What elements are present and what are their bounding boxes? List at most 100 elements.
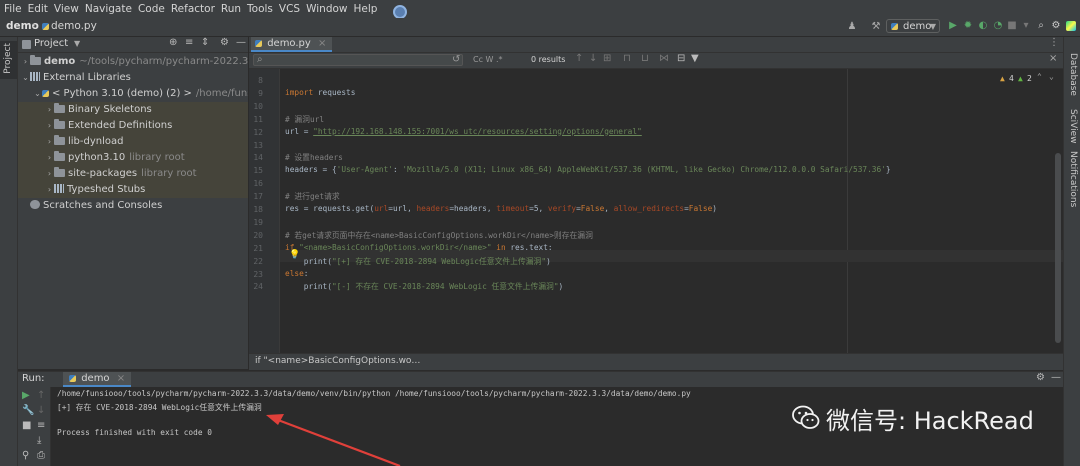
- database-tool-window-button[interactable]: Database: [1068, 53, 1078, 96]
- search-icon[interactable]: ⌕: [1035, 19, 1047, 33]
- up-icon[interactable]: ↑: [37, 390, 45, 401]
- menu-item-run[interactable]: Run: [218, 3, 244, 15]
- tree-item-label: lib-dynload: [68, 136, 124, 147]
- tree-item[interactable]: › lib-dynload: [18, 134, 248, 150]
- lightbulb-icon[interactable]: 💡: [289, 250, 300, 260]
- chevron-down-icon[interactable]: ▼: [74, 39, 80, 48]
- menu-item-help[interactable]: Help: [351, 3, 381, 15]
- multi-select-icon[interactable]: ⋈: [659, 53, 669, 64]
- folder-icon: [54, 103, 65, 113]
- tree-item[interactable]: ⌄ External Libraries: [18, 70, 248, 86]
- project-panel-title[interactable]: Project: [34, 38, 68, 49]
- code-token: 'User-Agent': [336, 165, 393, 175]
- menu-item-view[interactable]: View: [51, 3, 82, 15]
- regex-history-icon[interactable]: ↺: [452, 54, 460, 65]
- tree-item[interactable]: › Extended Definitions: [18, 118, 248, 134]
- chevron-right-icon[interactable]: ›: [45, 102, 54, 118]
- breadcrumb-file[interactable]: demo.py: [42, 20, 97, 32]
- menu-item-code[interactable]: Code: [135, 3, 168, 15]
- select-all-icon[interactable]: ⊞: [603, 53, 611, 64]
- sciview-tool-window-button[interactable]: SciView: [1068, 109, 1078, 144]
- code-token: ): [546, 256, 551, 266]
- editor-breadcrumb[interactable]: if "<name>BasicConfigOptions.wo…: [255, 356, 420, 366]
- chevron-right-icon[interactable]: ›: [21, 54, 30, 70]
- coverage-icon[interactable]: ◐: [977, 19, 989, 33]
- hammer-build-icon[interactable]: ⚒: [870, 20, 882, 34]
- menu-item-tools[interactable]: Tools: [244, 3, 276, 15]
- down-icon[interactable]: ↓: [37, 405, 45, 416]
- gear-icon[interactable]: ⚙: [220, 37, 229, 48]
- chevron-right-icon[interactable]: ›: [45, 166, 54, 182]
- menu-item-window[interactable]: Window: [303, 3, 350, 15]
- rerun-icon[interactable]: ▶: [22, 390, 30, 401]
- code-token: url =: [285, 126, 314, 136]
- dropdown-icon[interactable]: ▾: [1020, 19, 1032, 33]
- code-token: res = requests.get(: [285, 204, 375, 213]
- debug-icon[interactable]: ✹: [962, 19, 974, 33]
- code-editor[interactable]: 8 9 10 11 12 13 14 15 16 17 18 19 20 21 22 23 24 import …: [249, 69, 1063, 353]
- scroll-to-end-icon[interactable]: ⤓: [37, 435, 41, 446]
- code-token: verify: [547, 204, 577, 213]
- close-icon[interactable]: ×: [318, 38, 326, 49]
- stop-icon[interactable]: ■: [1006, 19, 1018, 33]
- run-configuration-select[interactable]: demo ▼: [886, 19, 940, 33]
- tree-item[interactable]: Scratches and Consoles: [18, 198, 248, 214]
- hide-icon[interactable]: —: [1051, 372, 1061, 383]
- more-tabs-icon[interactable]: ⋮: [1049, 37, 1059, 48]
- previous-occurrence-icon[interactable]: ↑: [575, 53, 583, 64]
- add-occurrence-icon[interactable]: ⊓: [623, 53, 631, 64]
- find-options[interactable]: Cc W .*: [473, 55, 503, 64]
- notifications-tool-window-button[interactable]: Notifications: [1068, 151, 1078, 207]
- menu-item-edit[interactable]: Edit: [25, 3, 51, 15]
- menu-item-navigate[interactable]: Navigate: [82, 3, 135, 15]
- collapse-all-icon[interactable]: ⇕: [201, 37, 209, 48]
- next-occurrence-icon[interactable]: ↓: [589, 53, 597, 64]
- weak-warning-icon[interactable]: ▲: [1018, 74, 1023, 83]
- tree-item[interactable]: › python3.10 library root: [18, 150, 248, 166]
- menu-item-file[interactable]: File: [0, 3, 25, 15]
- gear-icon[interactable]: ⚙: [1036, 372, 1045, 383]
- close-icon[interactable]: ×: [117, 373, 125, 384]
- close-icon[interactable]: ×: [1049, 53, 1057, 64]
- filter-options-icon[interactable]: ⊟: [677, 53, 685, 64]
- code-token: =5,: [529, 204, 548, 213]
- tree-item[interactable]: ⌄ < Python 3.10 (demo) (2) >/home/funsioo…: [18, 86, 248, 102]
- chevron-right-icon[interactable]: ›: [45, 150, 54, 166]
- pin-icon[interactable]: ⚲: [22, 450, 29, 461]
- tree-item[interactable]: › Binary Skeletons: [18, 102, 248, 118]
- run-icon[interactable]: ▶: [947, 19, 959, 33]
- chevron-down-icon[interactable]: ⌄: [21, 70, 30, 86]
- stop-icon[interactable]: ■: [22, 420, 31, 431]
- profile-icon[interactable]: ◔: [992, 19, 1004, 33]
- expand-all-icon[interactable]: ≡: [185, 37, 193, 48]
- warning-icon[interactable]: ▲: [1000, 74, 1005, 83]
- red-arrow-annotation: [266, 414, 401, 466]
- chevron-right-icon[interactable]: ›: [45, 118, 54, 134]
- soft-wrap-icon[interactable]: ≡: [37, 420, 45, 431]
- chevron-down-icon[interactable]: ⌄: [33, 86, 42, 102]
- hide-icon[interactable]: —: [236, 37, 246, 48]
- project-tool-window-button[interactable]: Project: [3, 43, 13, 74]
- chevron-up-icon[interactable]: ⌃: [1037, 72, 1042, 81]
- tree-item[interactable]: › site-packages library root: [18, 166, 248, 182]
- run-tab-demo[interactable]: demo ×: [63, 372, 132, 387]
- menu-item-vcs[interactable]: VCS: [276, 3, 303, 15]
- vcs-user-icon[interactable]: ♟: [846, 20, 858, 34]
- chevron-down-icon[interactable]: ⌄: [1049, 72, 1054, 81]
- menu-item-refactor[interactable]: Refactor: [168, 3, 218, 15]
- find-input[interactable]: ⌕ ↺: [253, 54, 463, 66]
- chevron-right-icon[interactable]: ›: [45, 134, 54, 150]
- print-icon[interactable]: ⎙: [37, 450, 45, 461]
- match-selection-icon[interactable]: ⊔: [641, 53, 649, 64]
- editor-scrollbar[interactable]: [1055, 153, 1061, 343]
- tree-item[interactable]: › demo~/tools/pycharm/pycharm-2022.3.3/da…: [18, 54, 248, 70]
- console-line: [+] 存在 CVE-2018-2894 WebLogic任意文件上传漏洞: [57, 403, 262, 412]
- chevron-right-icon[interactable]: ›: [45, 182, 54, 198]
- gear-icon[interactable]: ⚙: [1050, 19, 1062, 33]
- tree-item[interactable]: › Typeshed Stubs: [18, 182, 248, 198]
- code-line: # 若get请求页面中存在<name>BasicConfigOptions.wo…: [285, 230, 593, 241]
- tab-demo-py[interactable]: demo.py ×: [251, 37, 333, 52]
- wrench-icon[interactable]: 🔧: [22, 405, 34, 416]
- filter-icon[interactable]: ▼: [691, 53, 699, 64]
- locate-icon[interactable]: ⊕: [169, 37, 177, 48]
